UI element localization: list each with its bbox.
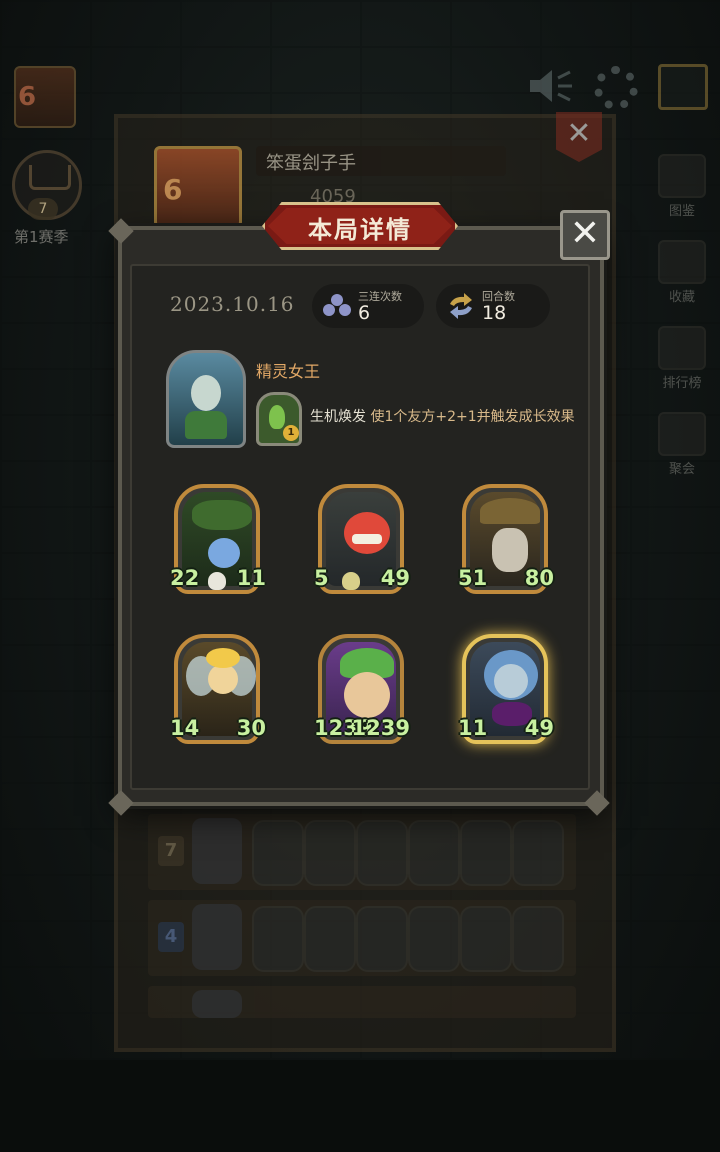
unit-card-dark-elf[interactable]: 11 49 <box>458 634 554 744</box>
hero-portrait <box>192 904 242 970</box>
card-attack: 5 <box>314 566 329 590</box>
unit-thumb <box>408 906 460 972</box>
player-name: 笨蛋刽子手 <box>266 153 356 174</box>
avatar-level: 6 <box>163 173 183 206</box>
close-button[interactable]: ✕ <box>560 210 610 260</box>
unit-thumb <box>252 906 304 972</box>
rank-badge: 4 <box>158 922 184 952</box>
player-avatar-small[interactable]: 6 <box>14 66 76 128</box>
hero-portrait <box>192 818 242 884</box>
side-menu-party[interactable]: 聚会 <box>652 412 712 477</box>
exit-icon[interactable] <box>658 64 708 110</box>
dialog-title: 本局详情 <box>308 216 412 244</box>
floor <box>0 1060 720 1152</box>
history-row[interactable]: 4 <box>148 900 576 976</box>
triples-stat: 三连次数 6 <box>312 284 424 328</box>
side-menu-collection[interactable]: 收藏 <box>652 240 712 305</box>
hero-name: 精灵女王 <box>256 362 321 381</box>
crown-icon <box>29 165 71 190</box>
side-menu-label: 收藏 <box>668 290 695 305</box>
party-icon <box>658 412 706 456</box>
player-name-bar[interactable]: 笨蛋刽子手 <box>256 146 506 176</box>
triples-value: 6 <box>358 302 371 324</box>
card-health: 11 <box>236 566 266 590</box>
side-menu-label: 聚会 <box>668 462 695 477</box>
hero-portrait <box>192 990 242 1018</box>
unit-thumb <box>512 820 564 886</box>
skill-name: 生机焕发 <box>310 409 366 425</box>
skill-level-badge: 1 <box>283 425 299 441</box>
gear-icon[interactable] <box>594 66 638 110</box>
history-row[interactable]: 7 <box>148 814 576 890</box>
dialog-title-banner: 本局详情 <box>262 202 458 250</box>
rounds-stat: 回合数 18 <box>436 284 550 328</box>
card-attack: 22 <box>170 566 200 590</box>
mute-speaker-icon[interactable] <box>526 68 574 104</box>
card-attack: 14 <box>170 716 200 740</box>
avatar-level: 6 <box>18 82 37 112</box>
ranking-icon <box>658 326 706 370</box>
unit-thumb <box>460 820 512 886</box>
rank-badge: 7 <box>158 836 184 866</box>
unit-thumb <box>408 820 460 886</box>
unit-thumb <box>304 906 356 972</box>
card-attack: 11 <box>458 716 488 740</box>
unit-thumb <box>304 820 356 886</box>
card-health: 80 <box>524 566 554 590</box>
hero-portrait-elf-queen[interactable] <box>166 350 246 448</box>
skull-icon <box>208 572 226 590</box>
side-menu-label: 图鉴 <box>668 204 695 219</box>
unit-card-sprout-kid[interactable]: 1239 1239 <box>314 634 410 744</box>
side-menu-codex[interactable]: 图鉴 <box>652 154 712 219</box>
unit-card-vine-flower[interactable]: 22 11 <box>170 484 266 594</box>
star-icon <box>658 240 706 284</box>
sprout-skill-icon[interactable]: 1 <box>256 392 302 446</box>
season-label: 第1赛季 <box>14 228 69 246</box>
card-health: 30 <box>236 716 266 740</box>
side-menu-leaderboard[interactable]: 排行榜 <box>652 326 712 391</box>
card-attack: 51 <box>458 566 488 590</box>
rounds-value: 18 <box>482 302 507 324</box>
unit-thumb <box>460 906 512 972</box>
unit-thumb <box>252 820 304 886</box>
unit-thumb <box>356 906 408 972</box>
refresh-arrows-icon <box>450 293 472 319</box>
unit-card-fairy[interactable]: 14 30 <box>170 634 266 744</box>
history-row[interactable] <box>148 986 576 1018</box>
skill-description: 生机焕发 使1个友方+2+1并触发成长效果 <box>310 406 575 426</box>
profile-avatar: 6 <box>154 146 242 228</box>
book-icon <box>658 154 706 198</box>
skull-icon <box>342 572 360 590</box>
skill-effect: 使1个友方+2+1并触发成长效果 <box>370 409 575 425</box>
unit-thumb <box>356 820 408 886</box>
card-health: 49 <box>524 716 554 740</box>
unit-card-red-demon[interactable]: 5 49 <box>314 484 410 594</box>
match-date: 2023.10.16 <box>170 292 295 316</box>
triple-units-icon <box>323 294 351 316</box>
unit-thumb <box>512 906 564 972</box>
unit-card-witch[interactable]: 51 80 <box>458 484 554 594</box>
side-menu-label: 排行榜 <box>662 376 702 391</box>
card-health: 49 <box>380 566 410 590</box>
season-number: 7 <box>28 198 58 220</box>
card-health: 1239 <box>351 716 410 740</box>
